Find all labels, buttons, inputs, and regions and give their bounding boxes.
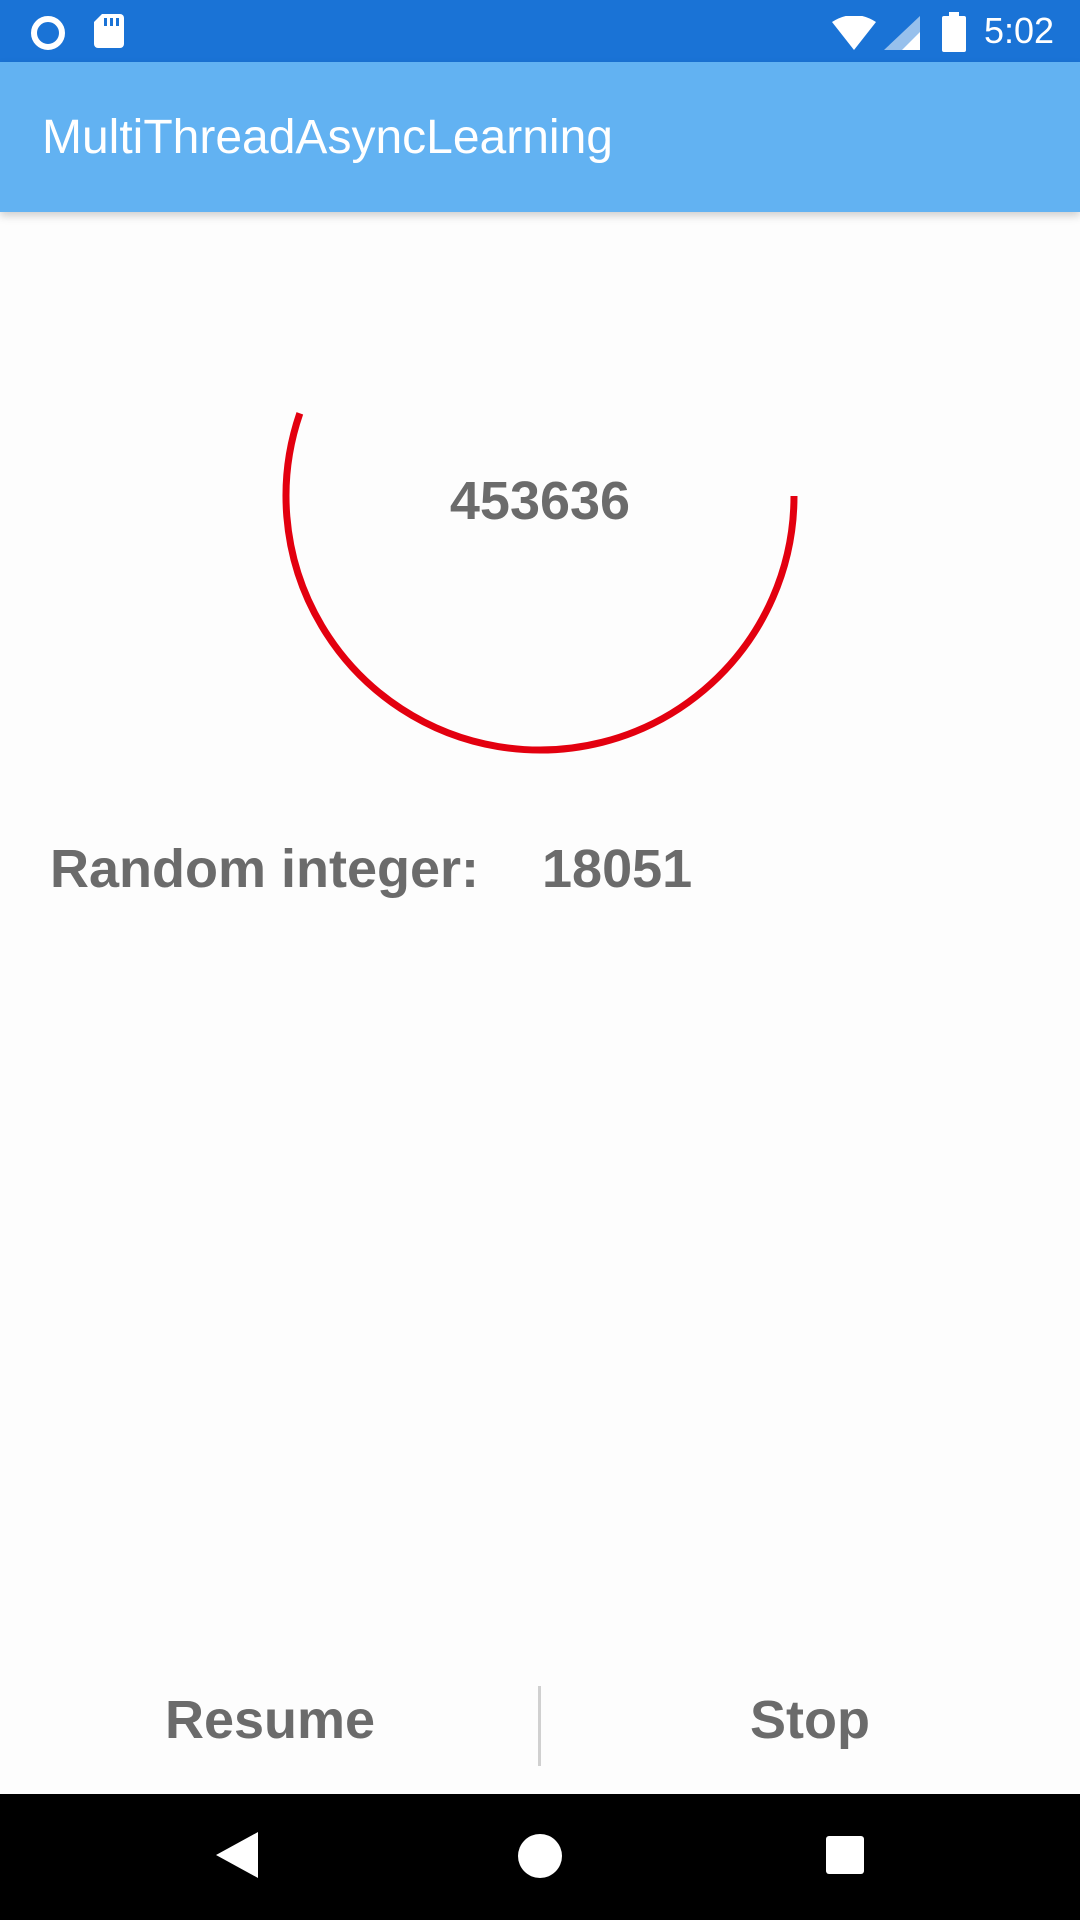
- back-icon[interactable]: [216, 1832, 258, 1878]
- battery-icon: [942, 12, 966, 52]
- status-bar: 5:02: [0, 0, 1080, 62]
- resume-button[interactable]: Resume: [0, 1682, 540, 1758]
- random-integer-value: 18051: [542, 839, 693, 899]
- progress-ring: [282, 412, 798, 754]
- random-integer-label: Random integer:: [50, 839, 480, 899]
- cell-signal-icon: [884, 16, 920, 50]
- app-title: MultiThreadAsyncLearning: [42, 111, 613, 164]
- home-icon[interactable]: [518, 1834, 562, 1878]
- circle-notification-icon: [31, 16, 65, 50]
- progress-ring-arc: [282, 412, 798, 754]
- navigation-bar: [0, 1794, 1080, 1920]
- wifi-icon: [832, 16, 876, 50]
- stop-button[interactable]: Stop: [540, 1682, 1080, 1758]
- sd-card-icon: [94, 14, 124, 48]
- status-time: 5:02: [984, 10, 1055, 51]
- app-screen: 5:02 MultiThreadAsyncLearning 453636 Ran…: [0, 0, 1080, 1920]
- counter-value: 453636: [449, 471, 631, 531]
- recents-icon[interactable]: [826, 1836, 864, 1874]
- app-bar: MultiThreadAsyncLearning: [0, 62, 1080, 212]
